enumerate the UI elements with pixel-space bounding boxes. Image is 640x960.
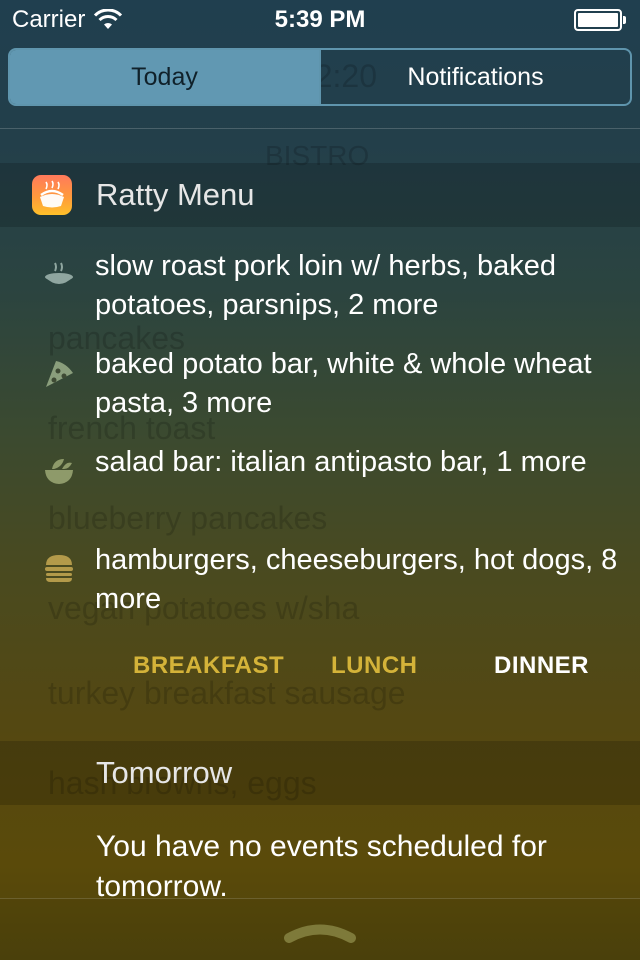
hamburger-icon xyxy=(45,555,73,582)
status-bar: Carrier 5:39 PM xyxy=(0,0,640,40)
widget-title: Ratty Menu xyxy=(96,177,255,212)
tomorrow-message: You have no events scheduled for tomorro… xyxy=(96,830,547,899)
battery-fill xyxy=(578,13,618,27)
meal-tabs: BREAKFAST LUNCH DINNER xyxy=(0,652,640,688)
chevron-up-icon[interactable] xyxy=(283,919,357,943)
battery-icon xyxy=(574,9,626,31)
menu-item-text: baked potato bar, white & whole wheat pa… xyxy=(95,348,592,419)
menu-item-text: salad bar: italian antipasto bar, 1 more xyxy=(95,446,587,478)
soup-bowl-icon xyxy=(45,262,73,284)
status-left: Carrier xyxy=(12,6,123,34)
wifi-icon xyxy=(94,9,123,29)
background-ghost-text: blueberry pancakes xyxy=(48,500,328,536)
segmented-control: Today Notifications xyxy=(8,48,632,106)
menu-item-text: hamburgers, cheeseburgers, hot dogs, 8 m… xyxy=(95,544,618,615)
tomorrow-title: Tomorrow xyxy=(96,755,233,790)
tab-today[interactable]: Today xyxy=(10,50,319,104)
salad-bowl-icon xyxy=(45,459,73,484)
carrier-label: Carrier xyxy=(12,6,86,33)
pizza-slice-icon xyxy=(46,361,73,387)
meal-tab-breakfast[interactable]: BREAKFAST xyxy=(133,652,284,680)
tomorrow-header: Tomorrow xyxy=(0,741,640,805)
meal-tab-dinner[interactable]: DINNER xyxy=(494,652,589,680)
ratty-menu-app-icon xyxy=(32,175,72,215)
menu-item-text: slow roast pork loin w/ herbs, baked pot… xyxy=(95,250,556,321)
widget-header[interactable]: Ratty Menu xyxy=(0,163,640,227)
tab-notifications[interactable]: Notifications xyxy=(319,50,630,104)
divider xyxy=(0,128,640,129)
meal-tab-lunch[interactable]: LUNCH xyxy=(331,652,418,680)
bottom-bar xyxy=(0,898,640,960)
